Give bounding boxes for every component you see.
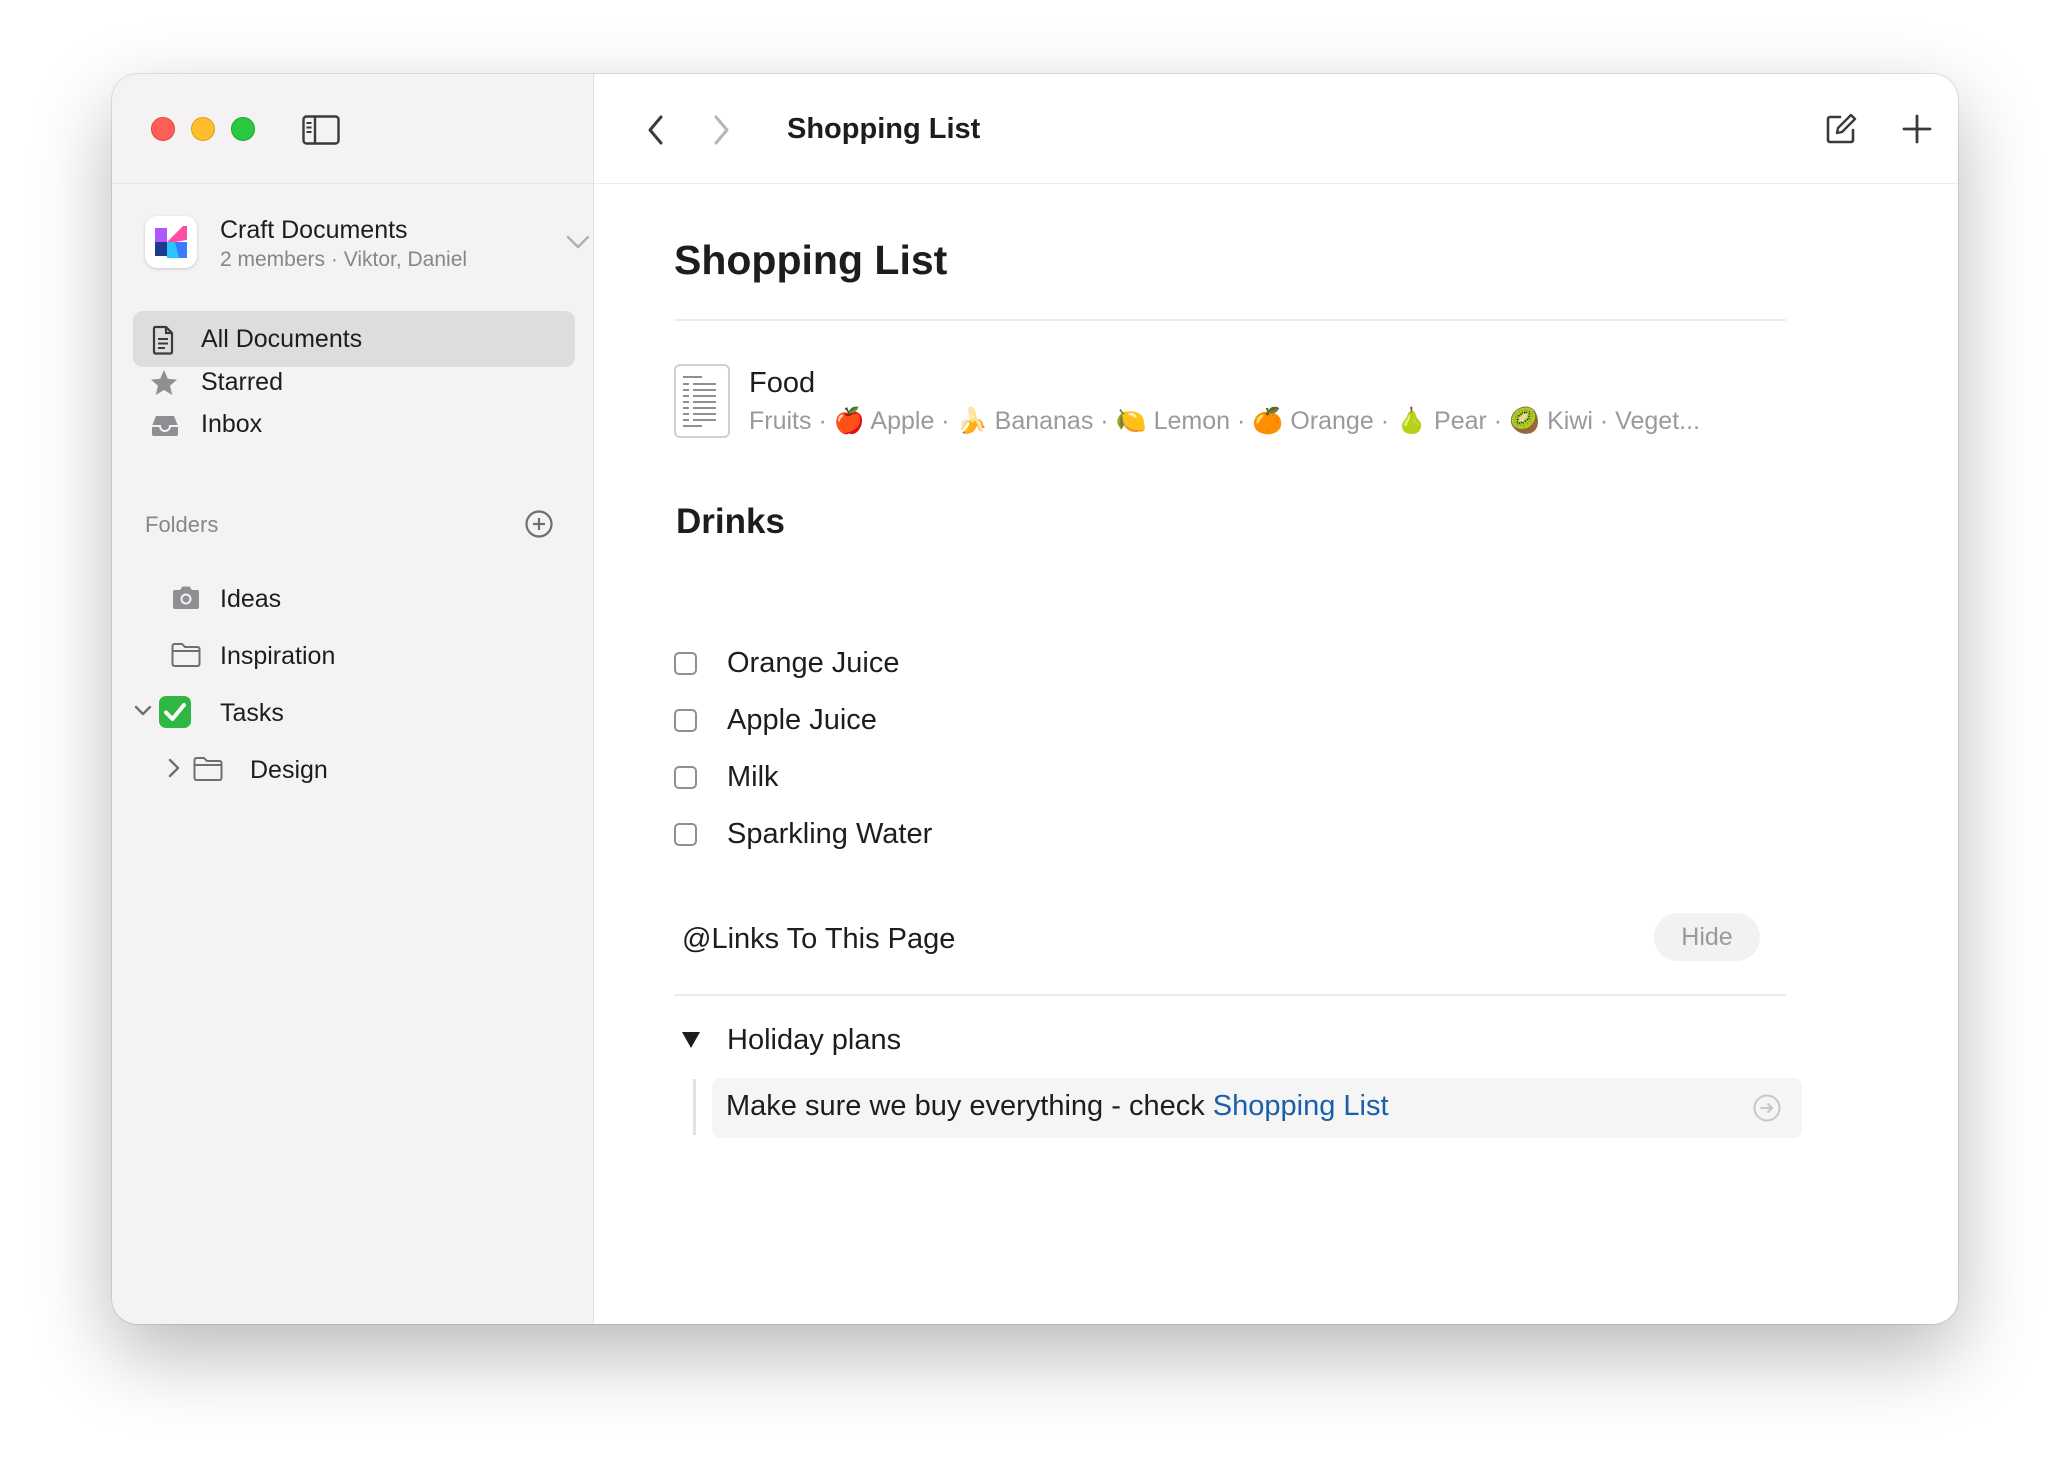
space-members: 2 members · Viktor, Daniel xyxy=(220,248,468,271)
hide-backlinks-button[interactable]: Hide xyxy=(1654,913,1760,961)
sidebar: Craft Documents 2 members · Viktor, Dani… xyxy=(112,74,594,1324)
subpage-preview: Fruits · 🍎 Apple · 🍌 Bananas · 🍋 Lemon ·… xyxy=(749,407,1700,435)
backlink-snippet[interactable]: Make sure we buy everything - check Shop… xyxy=(712,1078,1802,1138)
snippet-text: Make sure we buy everything - check xyxy=(726,1090,1213,1122)
backlink-snippet-text: Make sure we buy everything - check Shop… xyxy=(726,1090,1389,1123)
back-icon[interactable] xyxy=(646,114,666,151)
todo-checkbox[interactable] xyxy=(674,709,697,732)
todo-item[interactable]: Sparkling Water xyxy=(674,810,1274,860)
todo-label[interactable]: Milk xyxy=(727,761,779,794)
chevron-right-icon[interactable] xyxy=(167,758,181,783)
sidebar-item-label: Inbox xyxy=(201,410,263,438)
craft-logo-icon xyxy=(145,216,197,268)
zoom-window-button[interactable] xyxy=(231,117,255,141)
todo-label[interactable]: Apple Juice xyxy=(727,704,877,737)
folder-inspiration[interactable]: Inspiration xyxy=(152,631,572,681)
folder-icon xyxy=(192,755,224,788)
subpage-card-food[interactable]: Food Fruits · 🍎 Apple · 🍌 Bananas · 🍋 Le… xyxy=(674,364,1786,444)
snippet-page-link[interactable]: Shopping List xyxy=(1213,1090,1389,1122)
camera-icon xyxy=(170,584,202,617)
folder-label: Design xyxy=(250,756,328,784)
toolbar-divider xyxy=(594,183,1958,184)
go-to-link-icon[interactable] xyxy=(1752,1093,1782,1128)
close-window-button[interactable] xyxy=(151,117,175,141)
folder-label: Inspiration xyxy=(220,642,336,670)
todo-checkbox[interactable] xyxy=(674,766,697,789)
todo-item[interactable]: Orange Juice xyxy=(674,639,1274,689)
disclosure-triangle-icon[interactable] xyxy=(682,1032,700,1048)
folder-tasks[interactable]: Tasks xyxy=(134,688,572,738)
minimize-window-button[interactable] xyxy=(191,117,215,141)
folder-ideas[interactable]: Ideas xyxy=(152,574,572,624)
folder-label: Ideas xyxy=(220,585,282,613)
app-window: Craft Documents 2 members · Viktor, Dani… xyxy=(112,74,1958,1324)
backlinks-title: @Links To This Page xyxy=(682,923,956,955)
add-icon[interactable] xyxy=(1902,114,1932,149)
quote-bar xyxy=(693,1079,696,1135)
forward-icon[interactable] xyxy=(711,114,731,151)
inbox-icon xyxy=(149,410,181,445)
sidebar-item-inbox[interactable]: Inbox xyxy=(133,396,575,452)
todo-checkbox[interactable] xyxy=(674,652,697,675)
document-area: Shopping List Shopping List Food Fruits … xyxy=(594,74,1958,1324)
document-title[interactable]: Shopping List xyxy=(674,237,947,284)
todo-label[interactable]: Sparkling Water xyxy=(727,818,932,851)
page-document-icon xyxy=(674,364,730,443)
todo-checkbox[interactable] xyxy=(674,823,697,846)
sidebar-divider xyxy=(112,183,593,184)
backlink-page-title[interactable]: Holiday plans xyxy=(727,1024,901,1057)
add-folder-icon[interactable] xyxy=(524,509,554,539)
folders-section-title: Folders xyxy=(145,512,219,537)
chevron-down-icon[interactable] xyxy=(565,234,591,250)
todo-item[interactable]: Milk xyxy=(674,753,1274,803)
toolbar-title: Shopping List xyxy=(787,113,981,145)
folder-label: Tasks xyxy=(220,699,284,727)
space-switcher[interactable]: Craft Documents 2 members · Viktor, Dani… xyxy=(145,214,590,276)
title-divider xyxy=(674,319,1786,321)
todo-item[interactable]: Apple Juice xyxy=(674,696,1274,746)
folder-icon xyxy=(170,641,202,674)
sidebar-item-label: All Documents xyxy=(201,325,363,353)
sidebar-item-label: Starred xyxy=(201,368,283,396)
space-name: Craft Documents xyxy=(220,216,408,244)
folder-design[interactable]: Design xyxy=(167,745,572,795)
checkmark-emoji-icon xyxy=(158,695,192,734)
subpage-title: Food xyxy=(749,367,816,399)
chevron-down-icon[interactable] xyxy=(134,704,152,723)
backlinks-divider xyxy=(674,994,1786,996)
sidebar-toggle-icon[interactable] xyxy=(302,115,340,145)
todo-label[interactable]: Orange Juice xyxy=(727,647,900,680)
section-heading[interactable]: Drinks xyxy=(676,502,785,542)
compose-icon[interactable] xyxy=(1824,112,1858,151)
